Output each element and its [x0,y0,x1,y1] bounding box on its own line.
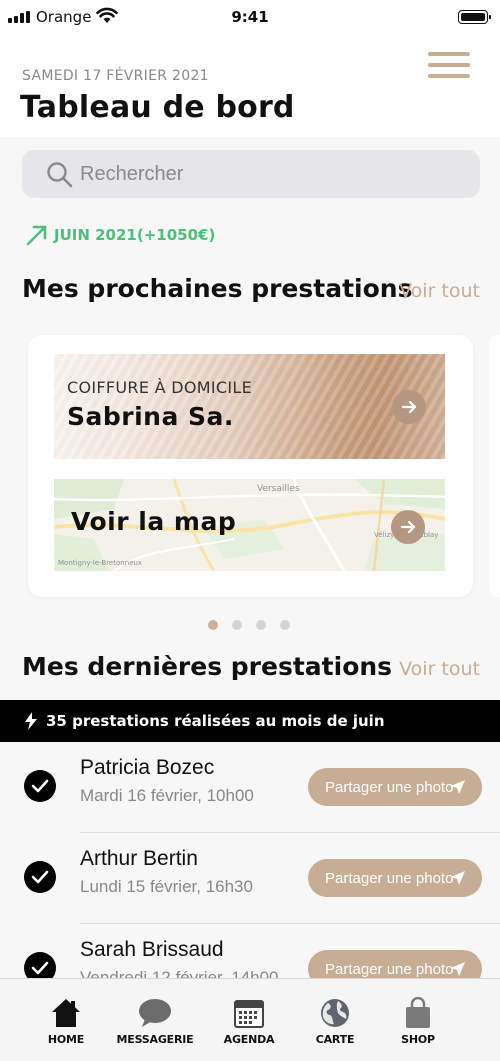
nav-item-agenda[interactable]: AGENDA [199,979,299,1061]
map-preview[interactable]: Versailles Vélizy-Villacoublay Montigny-… [54,479,445,571]
open-appointment-button[interactable] [392,390,426,424]
carousel-pagination [208,620,290,630]
search-input[interactable] [80,156,460,192]
menu-button[interactable] [428,52,470,80]
revenue-trend: JUIN 2021(+1050€) [26,224,215,246]
service-type: COIFFURE À DOMICILE [67,378,252,397]
arrow-right-icon [401,400,417,414]
carousel-dot[interactable] [280,620,290,630]
nav-label: MESSAGERIE [116,1033,194,1046]
send-icon [451,962,465,976]
client-photo-banner[interactable]: COIFFURE À DOMICILE Sabrina Sa. [54,354,445,459]
send-icon [451,780,465,794]
search-box[interactable] [22,150,480,198]
nav-label: SHOP [401,1033,435,1046]
appointment-date: Lundi 15 février, 16h30 [80,877,253,896]
recent-section-title: Mes dernières prestations [22,652,393,681]
shopping-bag-icon [406,997,430,1028]
trend-up-arrow-icon [26,225,47,246]
nav-item-shop[interactable]: SHOP [368,979,468,1061]
globe-icon [321,999,349,1027]
recent-see-all-link[interactable]: Voir tout [399,658,480,680]
calendar-icon [234,1000,264,1028]
header-date: SAMEDI 17 FÉVRIER 2021 [22,68,209,84]
send-icon [451,871,465,885]
client-name: Sabrina Sa. [67,402,234,431]
nav-item-home[interactable]: HOME [16,979,116,1061]
check-icon [24,861,56,893]
battery-icon [458,10,491,24]
arrow-right-icon [400,520,416,534]
nav-label: AGENDA [223,1033,275,1046]
open-map-button[interactable] [391,510,425,544]
monthly-stats-text: 35 prestations réalisées au mois de juin [46,712,385,730]
see-map-label: Voir la map [71,507,237,536]
upcoming-see-all-link[interactable]: Voir tout [399,280,480,302]
carousel-dot[interactable] [208,620,218,630]
header: SAMEDI 17 FÉVRIER 2021 Tableau de bord [0,38,500,137]
trend-text: JUIN 2021(+1050€) [54,226,216,244]
next-card-peek[interactable] [489,335,500,597]
upcoming-service-card[interactable]: COIFFURE À DOMICILE Sabrina Sa. Versaill… [28,335,473,597]
share-photo-button[interactable]: Partager une photo [308,859,482,897]
chat-bubble-icon [139,999,171,1027]
status-time: 9:41 [231,8,269,26]
page-title: Tableau de bord [20,90,295,125]
search-icon [47,162,73,188]
hamburger-icon [428,52,470,56]
nav-label: HOME [47,1033,85,1046]
bottom-nav: HOME MESSAGERIE AGENDA CARTE SHOP [0,978,500,1061]
home-icon [52,999,80,1027]
monthly-stats-banner: 35 prestations réalisées au mois de juin [0,700,500,742]
list-item[interactable]: Patricia Bozec Mardi 16 février, 10h00 P… [0,742,500,833]
client-name: Patricia Bozec [80,756,215,779]
share-photo-label: Partager une photo [325,778,454,796]
client-name: Sarah Brissaud [80,938,224,961]
carousel-dot[interactable] [256,620,266,630]
lightning-icon [25,712,37,730]
appointment-date: Mardi 16 février, 10h00 [80,786,254,805]
share-photo-button[interactable]: Partager une photo [308,768,482,806]
check-icon [24,770,56,802]
share-photo-label: Partager une photo [325,869,454,887]
list-item[interactable]: Arthur Bertin Lundi 15 février, 16h30 Pa… [0,833,500,924]
nav-item-messagerie[interactable]: MESSAGERIE [105,979,205,1061]
share-photo-label: Partager une photo [325,960,454,978]
carousel-dot[interactable] [232,620,242,630]
status-bar: Orange 9:41 [0,0,500,38]
client-name: Arthur Bertin [80,847,198,870]
upcoming-section-title: Mes prochaines prestations [22,274,413,303]
